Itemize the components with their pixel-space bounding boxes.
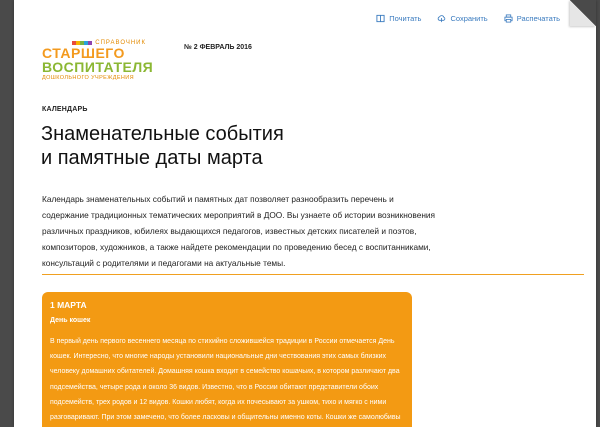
title-line-1: Знаменательные события [41, 123, 284, 145]
save-label: Сохранить [450, 14, 488, 23]
book-icon [376, 14, 385, 23]
event-text: В первый день первого весеннего месяца п… [50, 338, 401, 422]
event-heading: День кошек [50, 317, 91, 324]
event-date: 1 МАРТА [50, 300, 87, 310]
page-fold-corner [570, 0, 596, 26]
cloud-download-icon [438, 15, 446, 23]
event-card: 1 МАРТА День кошек В первый день первого… [42, 292, 412, 427]
issue-number: № 2 ФЕВРАЛЬ 2016 [184, 44, 252, 51]
title-line-2: и памятные даты марта [41, 147, 263, 169]
logo-line-2: ВОСПИТАТЕЛЯ [42, 59, 154, 75]
page-title: Знаменательные события и памятные даты м… [41, 122, 284, 170]
section-label: КАЛЕНДАРЬ [42, 106, 88, 113]
save-button[interactable]: Сохранить [437, 14, 488, 23]
document-page: Почитать Сохранить Распечатать СПРАВОЧНИ… [14, 0, 596, 427]
logo-bottom-text: ДОШКОЛЬНОГО УЧРЕЖДЕНИЯ [42, 75, 135, 81]
section-divider [42, 274, 584, 275]
document-toolbar: Почитать Сохранить Распечатать [376, 14, 560, 23]
print-button[interactable]: Распечатать [504, 14, 560, 23]
lead-paragraph: Календарь знаменательных событий и памят… [42, 194, 436, 268]
printer-icon [504, 14, 513, 23]
logo-line-1: СТАРШЕГО [42, 45, 125, 61]
magazine-logo[interactable]: СПРАВОЧНИК СТАРШЕГО ВОСПИТАТЕЛЯ ДОШКОЛЬН… [42, 40, 154, 81]
read-button[interactable]: Почитать [376, 14, 421, 23]
print-label: Распечатать [516, 14, 560, 23]
read-label: Почитать [389, 14, 422, 23]
